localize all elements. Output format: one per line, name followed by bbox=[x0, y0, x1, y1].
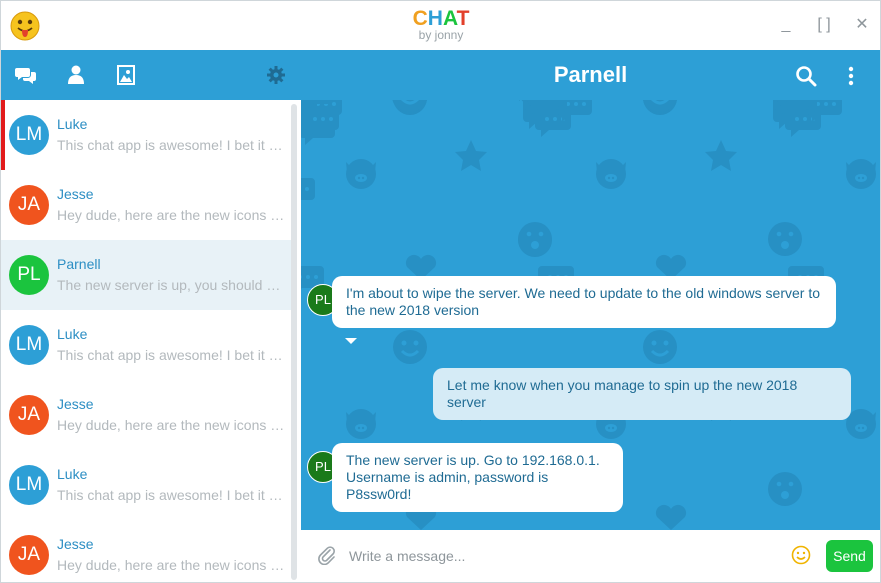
contact-item[interactable]: LM Luke This chat app is awesome! I bet … bbox=[1, 310, 291, 380]
more-vertical-icon[interactable] bbox=[846, 65, 856, 87]
contact-item[interactable]: LM Luke This chat app is awesome! I bet … bbox=[1, 450, 291, 520]
contact-name: Parnell bbox=[57, 256, 101, 272]
gear-icon[interactable] bbox=[265, 64, 287, 86]
message-area[interactable]: PL I'm about to wipe the server. We need… bbox=[301, 100, 880, 530]
brand-letter: A bbox=[442, 7, 457, 30]
send-button[interactable]: Send bbox=[826, 540, 873, 572]
avatar: LM bbox=[9, 325, 49, 365]
avatar: JA bbox=[9, 535, 49, 575]
message-bubble-outgoing: Let me know when you manage to spin up t… bbox=[433, 368, 851, 420]
contact-name: Luke bbox=[57, 466, 88, 482]
close-button[interactable]: ✕ bbox=[852, 15, 872, 35]
message-text-line: The new server is up. Go to 192.168.0.1. bbox=[346, 452, 600, 468]
chat-window: CHAT by jonny _ [ ] ✕ LM Luke This chat … bbox=[0, 0, 881, 583]
message-bubble-incoming: The new server is up. Go to 192.168.0.1.… bbox=[332, 443, 623, 512]
avatar: LM bbox=[9, 115, 49, 155]
title-bar[interactable]: CHAT by jonny _ [ ] ✕ bbox=[1, 1, 880, 50]
contact-preview: This chat app is awesome! I bet it will … bbox=[57, 137, 287, 153]
left-toolbar bbox=[1, 50, 301, 100]
contact-item[interactable]: JA Jesse Hey dude, here are the new icon… bbox=[1, 380, 291, 450]
avatar: LM bbox=[9, 465, 49, 505]
message-text-line: I'm about to wipe the server. We need to… bbox=[346, 285, 821, 301]
message-text-line: Let me know when you manage to spin up t… bbox=[447, 377, 798, 410]
avatar: JA bbox=[9, 185, 49, 225]
minimize-button[interactable]: _ bbox=[776, 15, 796, 35]
contact-preview: Hey dude, here are the new icons for the… bbox=[57, 417, 287, 433]
contact-name: Luke bbox=[57, 116, 88, 132]
contact-preview: Hey dude, here are the new icons for the… bbox=[57, 557, 287, 573]
brand-subtitle: by jonny bbox=[418, 28, 464, 42]
contact-name: Luke bbox=[57, 326, 88, 342]
contact-item[interactable]: JA Jesse Hey dude, here are the new icon… bbox=[1, 520, 291, 582]
user-icon[interactable] bbox=[65, 64, 87, 86]
maximize-button[interactable]: [ ] bbox=[812, 15, 836, 35]
contact-list-scrollbar[interactable] bbox=[291, 104, 297, 580]
brand-letter: T bbox=[456, 7, 470, 30]
chat-header: Parnell bbox=[301, 50, 880, 100]
contact-preview: This chat app is awesome! I bet it will … bbox=[57, 487, 287, 503]
message-composer: Send bbox=[301, 530, 880, 582]
contact-preview: This chat app is awesome! I bet it will … bbox=[57, 347, 287, 363]
chat-bubbles-icon[interactable] bbox=[15, 64, 37, 86]
avatar: PL bbox=[9, 255, 49, 295]
contact-name: Jesse bbox=[57, 396, 94, 412]
message-bubble-incoming: I'm about to wipe the server. We need to… bbox=[332, 276, 836, 328]
contact-name: Jesse bbox=[57, 186, 94, 202]
contact-item[interactable]: LM Luke This chat app is awesome! I bet … bbox=[1, 100, 291, 170]
app-brand: CHAT by jonny bbox=[381, 7, 501, 41]
paperclip-icon[interactable] bbox=[317, 545, 337, 565]
bubble-tail bbox=[345, 338, 357, 344]
bubble-tail bbox=[825, 413, 837, 419]
contact-list: LM Luke This chat app is awesome! I bet … bbox=[1, 100, 301, 582]
bubble-tail bbox=[345, 505, 357, 511]
search-icon[interactable] bbox=[795, 65, 817, 87]
unread-indicator bbox=[1, 100, 5, 170]
contact-item-active[interactable]: PL Parnell The new server is up, you sho… bbox=[1, 240, 291, 310]
contact-name: Jesse bbox=[57, 536, 94, 552]
brand-letter: C bbox=[412, 7, 428, 30]
contact-item[interactable]: JA Jesse Hey dude, here are the new icon… bbox=[1, 170, 291, 240]
emoji-icon[interactable] bbox=[791, 545, 811, 565]
message-input[interactable] bbox=[349, 544, 769, 568]
message-text-line: Username is admin, password is P8ssw0rd! bbox=[346, 469, 549, 502]
tongue-emoji-icon bbox=[10, 11, 40, 41]
message-text-line: the new 2018 version bbox=[346, 302, 480, 318]
contact-preview: Hey dude, here are the new icons for the… bbox=[57, 207, 287, 223]
chat-title: Parnell bbox=[553, 62, 628, 87]
contact-preview: The new server is up, you should go chec… bbox=[57, 277, 287, 293]
brand-letter: H bbox=[427, 7, 443, 30]
image-icon[interactable] bbox=[115, 64, 137, 86]
avatar: JA bbox=[9, 395, 49, 435]
